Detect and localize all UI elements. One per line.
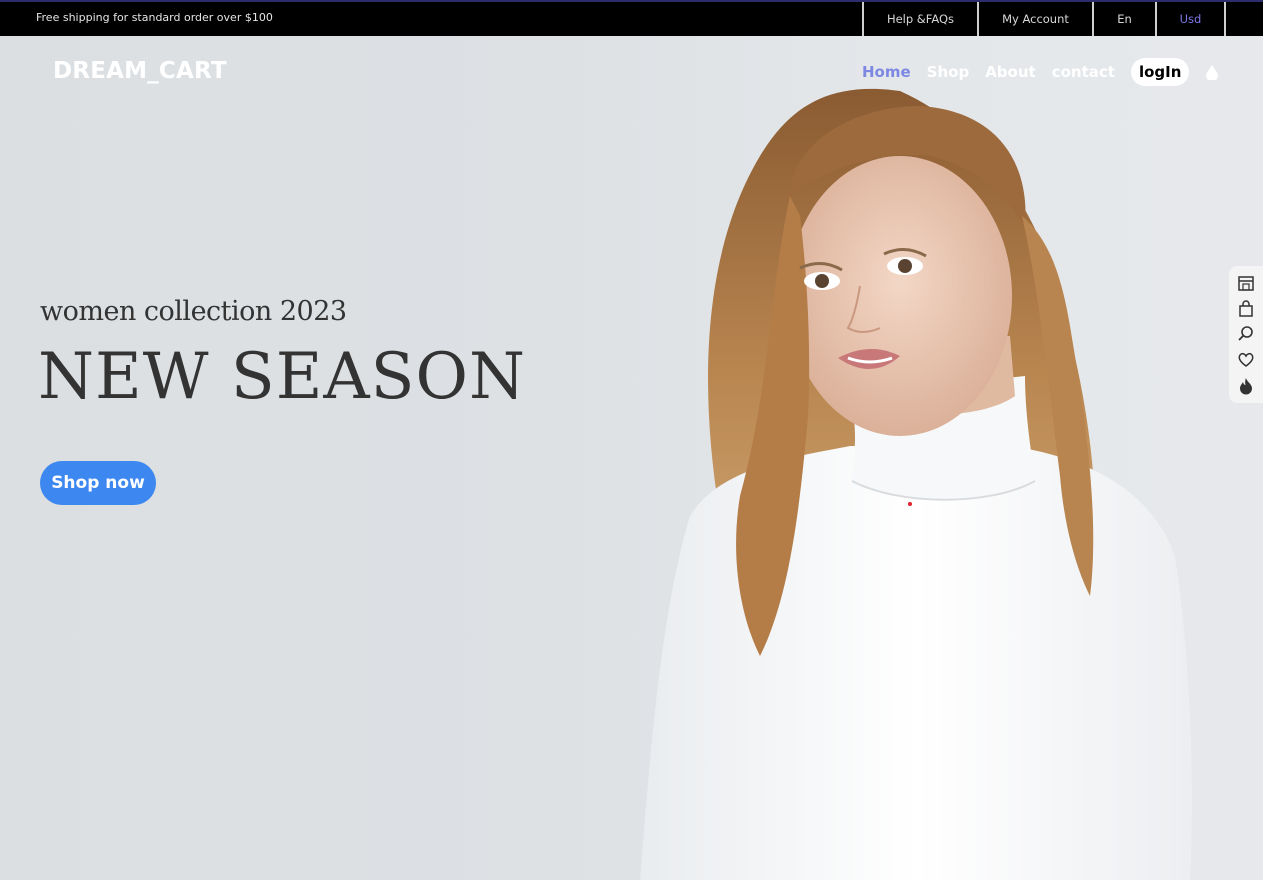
search-icon[interactable] — [1237, 325, 1255, 343]
model-photo — [640, 88, 1192, 880]
flame-icon[interactable] — [1237, 377, 1255, 395]
shopping-bag-icon[interactable] — [1237, 300, 1255, 318]
shipping-promo: Free shipping for standard order over $1… — [36, 11, 273, 24]
side-toolbar — [1229, 266, 1263, 403]
hero-headline: NEW SEASON — [38, 340, 526, 414]
language-selector[interactable]: En — [1092, 2, 1155, 36]
nav-home[interactable]: Home — [862, 63, 911, 81]
nav-shop[interactable]: Shop — [927, 63, 970, 81]
login-button[interactable]: logIn — [1130, 58, 1190, 86]
heart-icon[interactable] — [1237, 351, 1255, 369]
main-nav: Home Shop About contact logIn — [862, 57, 1219, 87]
store-icon[interactable] — [1237, 274, 1255, 292]
hero-banner — [0, 36, 1263, 880]
site-logo[interactable]: DREAM_CART — [53, 58, 227, 84]
decorative-dot — [908, 502, 912, 506]
help-faqs-link[interactable]: Help &FAQs — [862, 2, 977, 36]
hero-subtitle: women collection 2023 — [40, 296, 347, 327]
currency-selector[interactable]: Usd — [1155, 2, 1226, 36]
my-account-link[interactable]: My Account — [977, 2, 1092, 36]
nav-contact[interactable]: contact — [1052, 63, 1115, 81]
top-bar: Free shipping for standard order over $1… — [0, 0, 1263, 36]
nav-about[interactable]: About — [985, 63, 1036, 81]
top-links: Help &FAQs My Account En Usd — [862, 2, 1226, 36]
theme-toggle-icon[interactable] — [1205, 64, 1219, 80]
shop-now-button[interactable]: Shop now — [40, 461, 156, 505]
